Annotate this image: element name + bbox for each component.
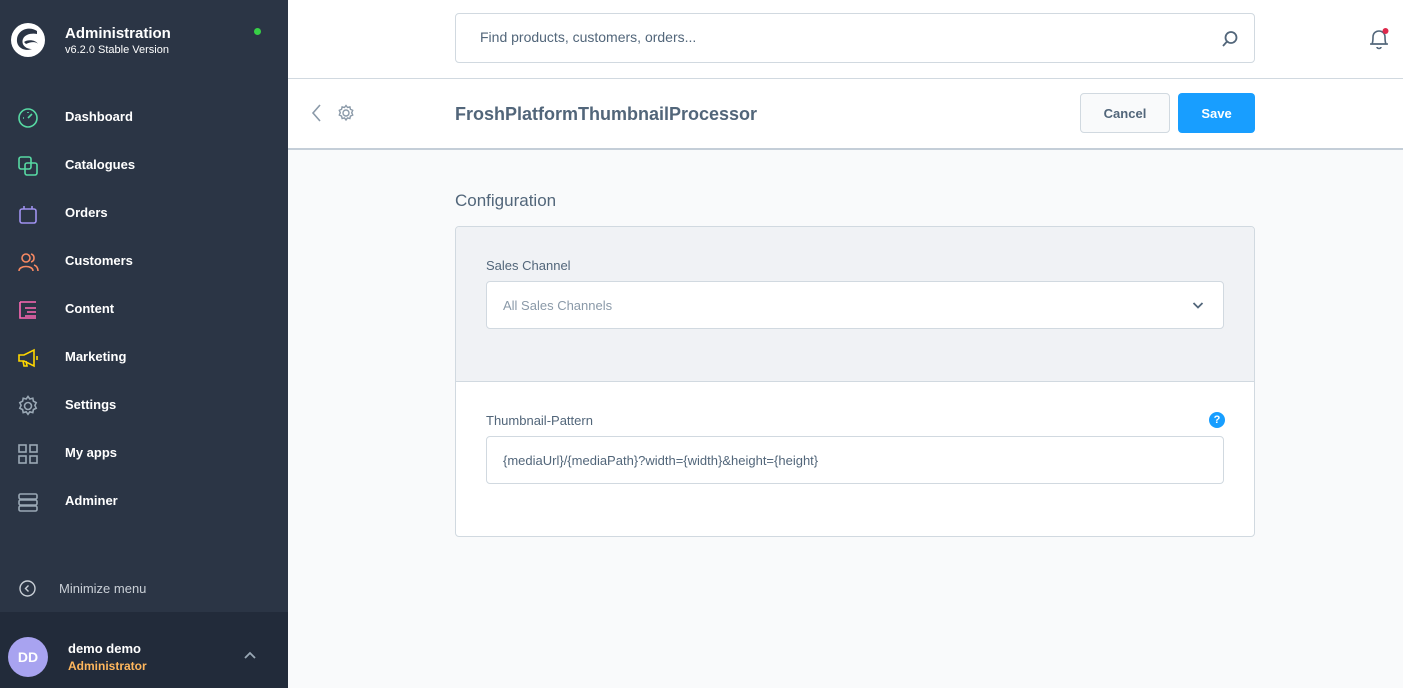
sales-channel-label: Sales Channel: [486, 258, 571, 273]
avatar: DD: [8, 637, 48, 677]
cancel-button[interactable]: Cancel: [1080, 93, 1170, 133]
help-icon[interactable]: ?: [1209, 412, 1225, 428]
shopware-logo-icon[interactable]: [10, 22, 46, 58]
sidebar-item-my-apps[interactable]: My apps: [0, 429, 288, 477]
sidebar-item-label: Dashboard: [65, 109, 133, 124]
brand-title: Administration: [65, 25, 171, 42]
brand-version: v6.2.0 Stable Version: [65, 44, 169, 56]
chevron-up-icon[interactable]: [243, 650, 257, 660]
dashboard-gauge-icon: [18, 108, 38, 128]
sidebar: Administration v6.2.0 Stable Version Das…: [0, 0, 288, 688]
minimize-menu-button[interactable]: Minimize menu: [0, 570, 288, 606]
search-input[interactable]: [480, 29, 1180, 45]
brand-header: Administration v6.2.0 Stable Version: [0, 0, 288, 82]
smart-bar: FroshPlatformThumbnailProcessor Cancel S…: [288, 79, 1403, 150]
user-name: demo demo: [68, 641, 141, 656]
minimize-chevron-icon: [19, 580, 36, 597]
thumbnail-pattern-label: Thumbnail-Pattern: [486, 413, 593, 428]
sales-channel-section: Sales Channel All Sales Channels: [456, 227, 1254, 382]
notification-bell-icon[interactable]: [1368, 27, 1390, 51]
configuration-card: Sales Channel All Sales Channels Thumbna…: [455, 226, 1255, 537]
sidebar-item-marketing[interactable]: Marketing: [0, 333, 288, 381]
back-arrow-icon[interactable]: [310, 103, 324, 123]
marketing-megaphone-icon: [18, 348, 38, 368]
my-apps-grid-icon: [18, 444, 38, 464]
sidebar-item-content[interactable]: Content: [0, 285, 288, 333]
chevron-down-icon: [1192, 302, 1204, 309]
section-title: Configuration: [455, 191, 557, 210]
sales-channel-select[interactable]: All Sales Channels: [486, 281, 1224, 329]
thumbnail-pattern-input[interactable]: [486, 436, 1224, 484]
sidebar-item-label: Adminer: [65, 493, 118, 508]
save-button[interactable]: Save: [1178, 93, 1255, 133]
user-menu[interactable]: DD demo demo Administrator: [0, 612, 288, 688]
top-bar: [288, 0, 1403, 79]
sales-channel-value: All Sales Channels: [503, 298, 613, 313]
orders-bag-icon: [19, 206, 37, 224]
settings-gear-icon: [18, 395, 38, 416]
catalogues-icon: [18, 156, 38, 176]
sidebar-item-label: Marketing: [65, 349, 127, 364]
sidebar-item-label: Orders: [65, 205, 108, 220]
sidebar-item-label: Catalogues: [65, 157, 136, 172]
user-role: Administrator: [68, 659, 147, 673]
adminer-database-icon: [18, 493, 38, 512]
sidebar-item-label: Settings: [65, 397, 117, 412]
status-indicator: [254, 28, 261, 35]
sidebar-item-label: My apps: [65, 445, 118, 460]
sidebar-item-dashboard[interactable]: Dashboard: [0, 93, 288, 141]
sidebar-item-settings[interactable]: Settings: [0, 381, 288, 429]
sidebar-item-label: Customers: [65, 253, 133, 268]
main-navigation: Dashboard Catalogues Orders Customers Co…: [0, 93, 288, 525]
sidebar-item-label: Content: [65, 301, 115, 316]
search-bar[interactable]: [455, 13, 1255, 63]
content-icon: [19, 301, 36, 319]
sidebar-item-orders[interactable]: Orders: [0, 189, 288, 237]
page-title: FroshPlatformThumbnailProcessor: [455, 104, 758, 124]
sidebar-item-catalogues[interactable]: Catalogues: [0, 141, 288, 189]
search-icon[interactable]: [1221, 30, 1239, 48]
minimize-menu-label: Minimize menu: [59, 581, 147, 596]
sidebar-item-adminer[interactable]: Adminer: [0, 477, 288, 525]
sidebar-item-customers[interactable]: Customers: [0, 237, 288, 285]
settings-gear-icon[interactable]: [337, 104, 355, 122]
customers-icon: [18, 253, 39, 272]
